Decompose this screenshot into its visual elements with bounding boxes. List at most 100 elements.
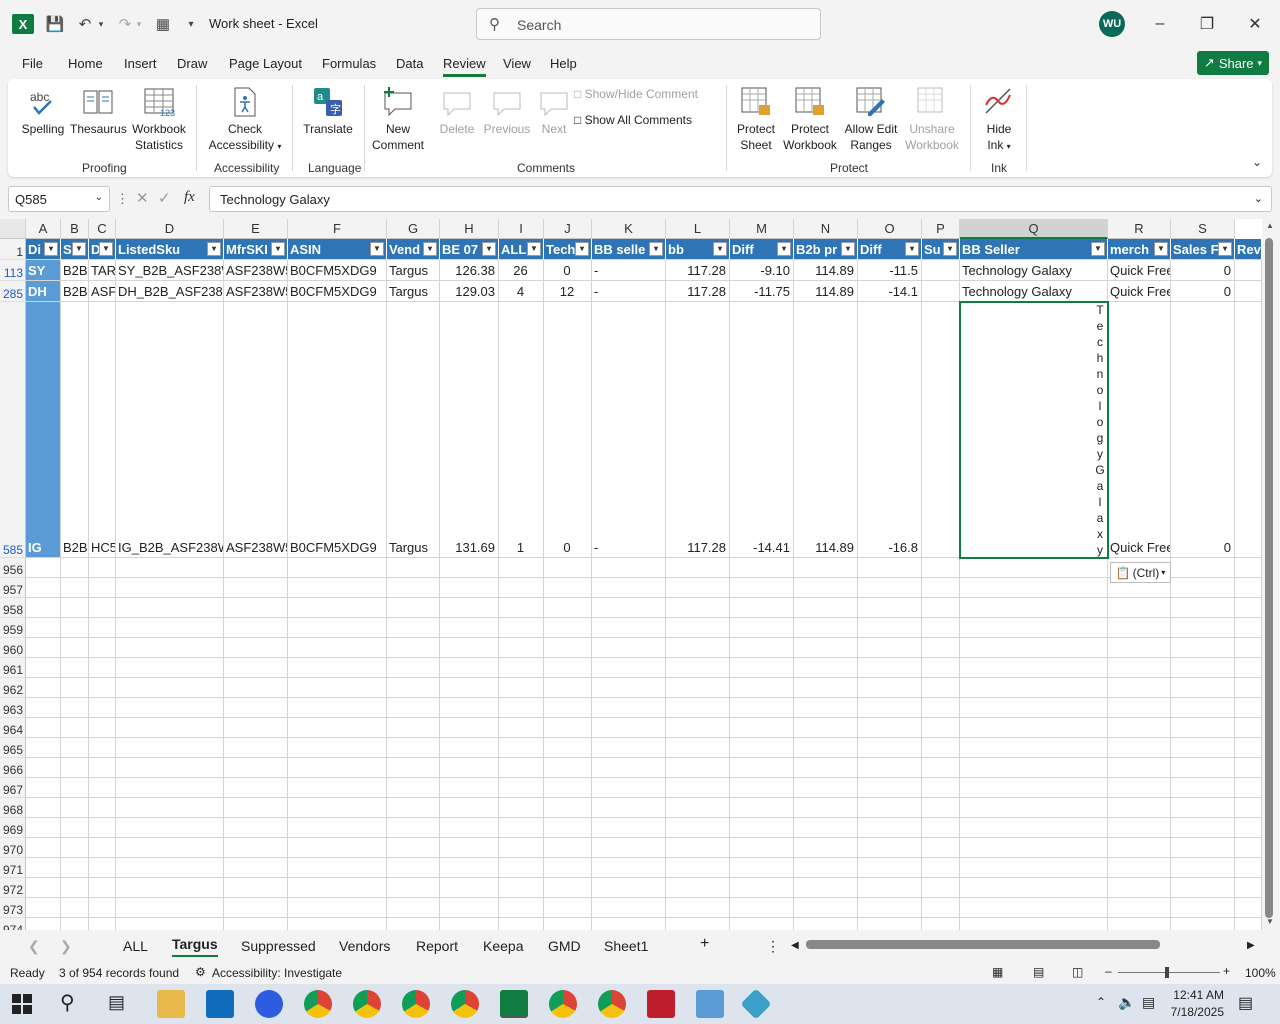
new-comment-button[interactable]: New Comment bbox=[372, 85, 424, 153]
empty-cell[interactable] bbox=[592, 618, 666, 638]
empty-cell[interactable] bbox=[499, 838, 544, 858]
empty-cell[interactable] bbox=[224, 878, 288, 898]
filter-dropdown-icon[interactable]: ▾ bbox=[271, 242, 285, 256]
chrome-icon[interactable] bbox=[549, 990, 577, 1018]
empty-cell[interactable] bbox=[387, 718, 440, 738]
data-cell[interactable]: Quick Free bbox=[1108, 281, 1171, 302]
empty-cell[interactable] bbox=[288, 918, 387, 930]
empty-cell[interactable] bbox=[960, 878, 1108, 898]
empty-cell[interactable] bbox=[26, 578, 61, 598]
row-header[interactable]: 963 bbox=[0, 698, 26, 718]
tab-view[interactable]: View bbox=[503, 56, 531, 71]
zoom-out-icon[interactable]: – bbox=[1105, 964, 1112, 978]
empty-cell[interactable] bbox=[387, 698, 440, 718]
data-cell[interactable]: -14.1 bbox=[858, 281, 922, 302]
empty-cell[interactable] bbox=[960, 578, 1108, 598]
empty-cell[interactable] bbox=[116, 798, 224, 818]
empty-cell[interactable] bbox=[1108, 838, 1171, 858]
empty-cell[interactable] bbox=[794, 878, 858, 898]
empty-cell[interactable] bbox=[730, 798, 794, 818]
empty-cell[interactable] bbox=[858, 798, 922, 818]
filter-active-icon[interactable]: ▼ bbox=[1091, 242, 1105, 256]
empty-cell[interactable] bbox=[730, 918, 794, 930]
empty-cell[interactable] bbox=[440, 598, 499, 618]
empty-cell[interactable] bbox=[387, 838, 440, 858]
empty-cell[interactable] bbox=[922, 718, 960, 738]
empty-cell[interactable] bbox=[116, 618, 224, 638]
calculator-icon[interactable]: ▦ bbox=[152, 14, 174, 34]
empty-cell[interactable] bbox=[387, 558, 440, 578]
insert-function-icon[interactable]: fx bbox=[184, 189, 195, 206]
empty-cell[interactable] bbox=[666, 698, 730, 718]
empty-cell[interactable] bbox=[1108, 678, 1171, 698]
empty-cell[interactable] bbox=[89, 918, 116, 930]
empty-cell[interactable] bbox=[1235, 838, 1262, 858]
empty-cell[interactable] bbox=[26, 678, 61, 698]
empty-cell[interactable] bbox=[794, 918, 858, 930]
sheet-tab-gmd[interactable]: GMD bbox=[548, 938, 581, 954]
empty-cell[interactable] bbox=[794, 818, 858, 838]
empty-cell[interactable] bbox=[922, 758, 960, 778]
empty-cell[interactable] bbox=[1108, 878, 1171, 898]
empty-cell[interactable] bbox=[116, 778, 224, 798]
empty-cell[interactable] bbox=[858, 778, 922, 798]
empty-cell[interactable] bbox=[666, 578, 730, 598]
customize-toolbar-icon[interactable]: ▾ bbox=[184, 14, 198, 34]
empty-cell[interactable] bbox=[858, 618, 922, 638]
empty-cell[interactable] bbox=[1108, 658, 1171, 678]
empty-cell[interactable] bbox=[592, 778, 666, 798]
empty-cell[interactable] bbox=[116, 558, 224, 578]
data-cell[interactable] bbox=[922, 260, 960, 281]
restore-icon[interactable]: ❐ bbox=[1192, 12, 1222, 36]
undo-icon[interactable]: ↶ bbox=[74, 14, 96, 34]
empty-cell[interactable] bbox=[730, 658, 794, 678]
empty-cell[interactable] bbox=[26, 798, 61, 818]
empty-cell[interactable] bbox=[922, 918, 960, 930]
empty-cell[interactable] bbox=[794, 858, 858, 878]
empty-cell[interactable] bbox=[387, 678, 440, 698]
empty-cell[interactable] bbox=[544, 918, 592, 930]
empty-cell[interactable] bbox=[858, 578, 922, 598]
empty-cell[interactable] bbox=[666, 858, 730, 878]
row-header[interactable]: 964 bbox=[0, 718, 26, 738]
empty-cell[interactable] bbox=[730, 678, 794, 698]
empty-cell[interactable] bbox=[544, 638, 592, 658]
empty-cell[interactable] bbox=[1171, 738, 1235, 758]
empty-cell[interactable] bbox=[666, 738, 730, 758]
empty-cell[interactable] bbox=[499, 878, 544, 898]
empty-cell[interactable] bbox=[1235, 818, 1262, 838]
empty-cell[interactable] bbox=[387, 758, 440, 778]
empty-cell[interactable] bbox=[61, 818, 89, 838]
data-cell[interactable]: TAR bbox=[89, 260, 116, 281]
data-cell[interactable]: HC5. bbox=[89, 302, 116, 558]
empty-cell[interactable] bbox=[387, 618, 440, 638]
data-cell[interactable]: SY bbox=[26, 260, 61, 281]
empty-cell[interactable] bbox=[1171, 578, 1235, 598]
empty-cell[interactable] bbox=[116, 878, 224, 898]
empty-cell[interactable] bbox=[544, 658, 592, 678]
empty-cell[interactable] bbox=[794, 838, 858, 858]
empty-cell[interactable] bbox=[288, 878, 387, 898]
empty-cell[interactable] bbox=[794, 578, 858, 598]
empty-cell[interactable] bbox=[544, 698, 592, 718]
header-cell[interactable]: merch ▼ bbox=[1108, 239, 1171, 260]
empty-cell[interactable] bbox=[1235, 658, 1262, 678]
empty-cell[interactable] bbox=[1171, 778, 1235, 798]
header-cell[interactable]: Diff ▾ bbox=[730, 239, 794, 260]
empty-cell[interactable] bbox=[1171, 598, 1235, 618]
empty-cell[interactable] bbox=[224, 898, 288, 918]
empty-cell[interactable] bbox=[794, 558, 858, 578]
header-cell[interactable]: ASIN ▼ bbox=[288, 239, 387, 260]
empty-cell[interactable] bbox=[666, 898, 730, 918]
row-header[interactable]: 285 bbox=[0, 281, 26, 302]
empty-cell[interactable] bbox=[794, 638, 858, 658]
zoom-level[interactable]: 100% bbox=[1245, 966, 1276, 980]
empty-cell[interactable] bbox=[116, 578, 224, 598]
empty-cell[interactable] bbox=[730, 778, 794, 798]
sheet-tab-targus[interactable]: Targus bbox=[172, 936, 218, 957]
filter-active-icon[interactable]: ▼ bbox=[527, 242, 541, 256]
empty-cell[interactable] bbox=[1171, 878, 1235, 898]
empty-cell[interactable] bbox=[288, 578, 387, 598]
empty-cell[interactable] bbox=[858, 758, 922, 778]
column-header-d[interactable]: D bbox=[116, 219, 224, 239]
